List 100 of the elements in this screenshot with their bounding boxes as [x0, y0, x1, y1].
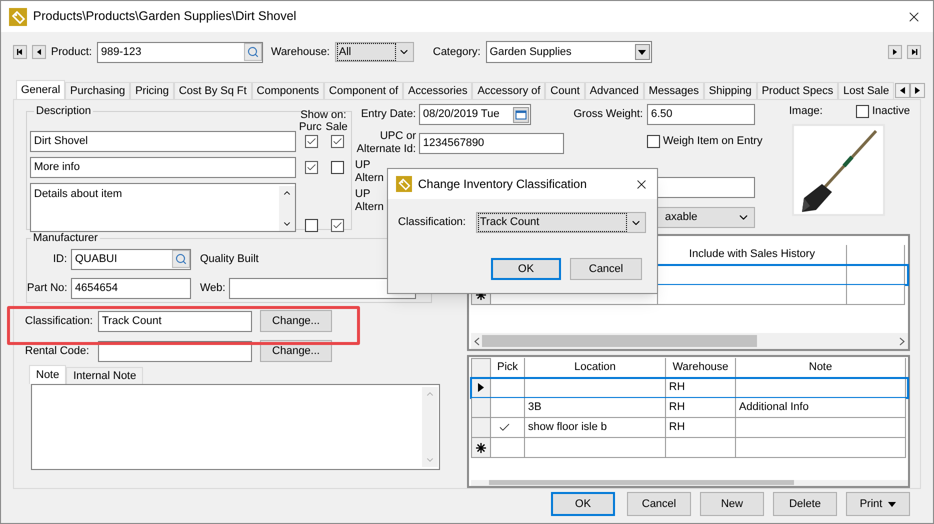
classification-dropdown[interactable]: Track Count: [476, 212, 646, 233]
category-dropdown[interactable]: Garden Supplies: [486, 41, 652, 63]
checkbox[interactable]: [305, 160, 318, 174]
table-cell: [666, 438, 736, 458]
menu-button[interactable]: Print: [846, 492, 910, 516]
checkbox[interactable]: [331, 218, 344, 232]
triangle-icon: [891, 48, 899, 56]
dialog-title: Change Inventory Classification: [418, 176, 588, 193]
field-label: Rental Code:: [25, 344, 90, 359]
field-label: UPC or: [380, 130, 416, 143]
field-label: Warehouse:: [270, 44, 330, 60]
note-field[interactable]: [31, 384, 440, 470]
horizontal-scrollbar[interactable]: [471, 333, 908, 349]
table-cell: show floor isle b: [525, 418, 666, 438]
field-label: Web:: [200, 280, 226, 296]
change-button[interactable]: Change...: [260, 310, 332, 332]
field-label: Entry Date:: [360, 107, 416, 122]
memo-field[interactable]: Details about item: [30, 182, 296, 232]
skip-icon: [16, 48, 24, 56]
checkbox[interactable]: [305, 218, 318, 232]
field-label: Category:: [432, 44, 481, 60]
field-label: UP: [355, 159, 370, 172]
tab[interactable]: Purchasing: [65, 82, 130, 99]
checkbox[interactable]: [331, 134, 344, 148]
grid-row[interactable]: show floor isle b RH: [471, 418, 908, 438]
scrollbar[interactable]: [422, 387, 438, 467]
triangle-down-icon: [888, 502, 896, 506]
row-indicator[interactable]: [471, 378, 491, 398]
search-icon[interactable]: [244, 43, 262, 61]
tab[interactable]: Lost Sale: [838, 82, 894, 99]
column-label: Purc: [299, 120, 322, 132]
current-row-icon: [478, 383, 484, 392]
field-label: ID:: [52, 252, 67, 267]
app-icon: [396, 176, 412, 192]
table-cell: RH: [666, 398, 736, 418]
field-label: UP: [355, 188, 370, 201]
cancel-button[interactable]: Cancel: [570, 258, 642, 280]
part-number-field[interactable]: 4654654: [71, 278, 191, 298]
triangle-icon: [35, 48, 43, 56]
tab[interactable]: Note: [29, 365, 66, 384]
tab[interactable]: Internal Note: [66, 367, 144, 384]
upc-field[interactable]: 1234567890: [419, 132, 564, 154]
chevron-left-icon: [474, 336, 480, 346]
checkbox[interactable]: [331, 160, 344, 174]
last-record-button[interactable]: [907, 45, 921, 59]
tab[interactable]: Advanced: [584, 82, 644, 99]
group-title: Description: [35, 104, 92, 119]
table-cell: RH: [666, 418, 736, 438]
table-cell: [847, 285, 905, 305]
tab[interactable]: Components: [252, 82, 324, 99]
new-row-indicator[interactable]: [471, 438, 491, 458]
horizontal-scrollbar[interactable]: [471, 480, 908, 486]
triangle-right-icon: [915, 87, 920, 94]
action-button[interactable]: OK: [551, 492, 615, 516]
checkbox-label: Weigh Item on Entry: [663, 134, 762, 149]
description-field[interactable]: More info: [30, 156, 296, 178]
weight-field[interactable]: 6.50: [647, 104, 755, 125]
tab[interactable]: General: [16, 80, 66, 99]
column-label: Sale: [326, 120, 348, 132]
next-record-button[interactable]: [888, 45, 902, 59]
tab[interactable]: Pricing: [130, 82, 174, 99]
checkbox[interactable]: [856, 104, 870, 118]
action-button[interactable]: Delete: [773, 492, 837, 516]
new-row-icon: [476, 442, 486, 452]
search-icon[interactable]: [172, 250, 190, 268]
tab[interactable]: Count: [545, 82, 585, 99]
tab-scroll-right-button[interactable]: [910, 83, 926, 98]
tab[interactable]: Messages: [644, 82, 704, 99]
action-button[interactable]: Cancel: [627, 492, 691, 516]
action-button[interactable]: New: [700, 492, 764, 516]
checkbox[interactable]: [647, 134, 660, 148]
app-icon: [9, 8, 27, 26]
date-field[interactable]: 08/20/2019 Tue: [419, 104, 531, 125]
field-label: Alternate Id:: [356, 143, 416, 156]
manufacturer-field[interactable]: QUABUI: [71, 248, 191, 270]
previous-record-button[interactable]: [32, 45, 46, 59]
table-cell: 3B: [525, 398, 666, 418]
calendar-icon[interactable]: [513, 106, 529, 122]
grid-row[interactable]: 3B RH Additional Info: [471, 398, 908, 418]
triangle-left-icon: [900, 87, 906, 94]
tab[interactable]: Component of: [324, 82, 404, 99]
field-label: Image:: [789, 104, 823, 119]
tab[interactable]: Cost By Sq Ft: [174, 82, 252, 99]
tab[interactable]: Accessories: [403, 82, 472, 99]
tab[interactable]: Product Specs: [756, 82, 838, 99]
field-label: Part No:: [27, 280, 67, 296]
checkbox[interactable]: [305, 134, 318, 148]
group-title: Manufacturer: [32, 231, 99, 246]
field-label: Altern: [355, 201, 384, 214]
classification-field[interactable]: Track Count: [98, 310, 252, 332]
product-field[interactable]: 989-123: [96, 42, 263, 62]
ok-button[interactable]: OK: [491, 258, 561, 280]
first-record-button[interactable]: [13, 45, 27, 59]
scrollbar[interactable]: [279, 186, 295, 230]
tab[interactable]: Shipping: [704, 82, 757, 99]
tab-scroll-left-button[interactable]: [895, 83, 910, 98]
grid-row[interactable]: RH: [471, 378, 908, 398]
description-field[interactable]: Dirt Shovel: [30, 130, 296, 152]
tab[interactable]: Accessory of: [472, 82, 546, 99]
warehouse-dropdown[interactable]: All: [334, 42, 414, 62]
